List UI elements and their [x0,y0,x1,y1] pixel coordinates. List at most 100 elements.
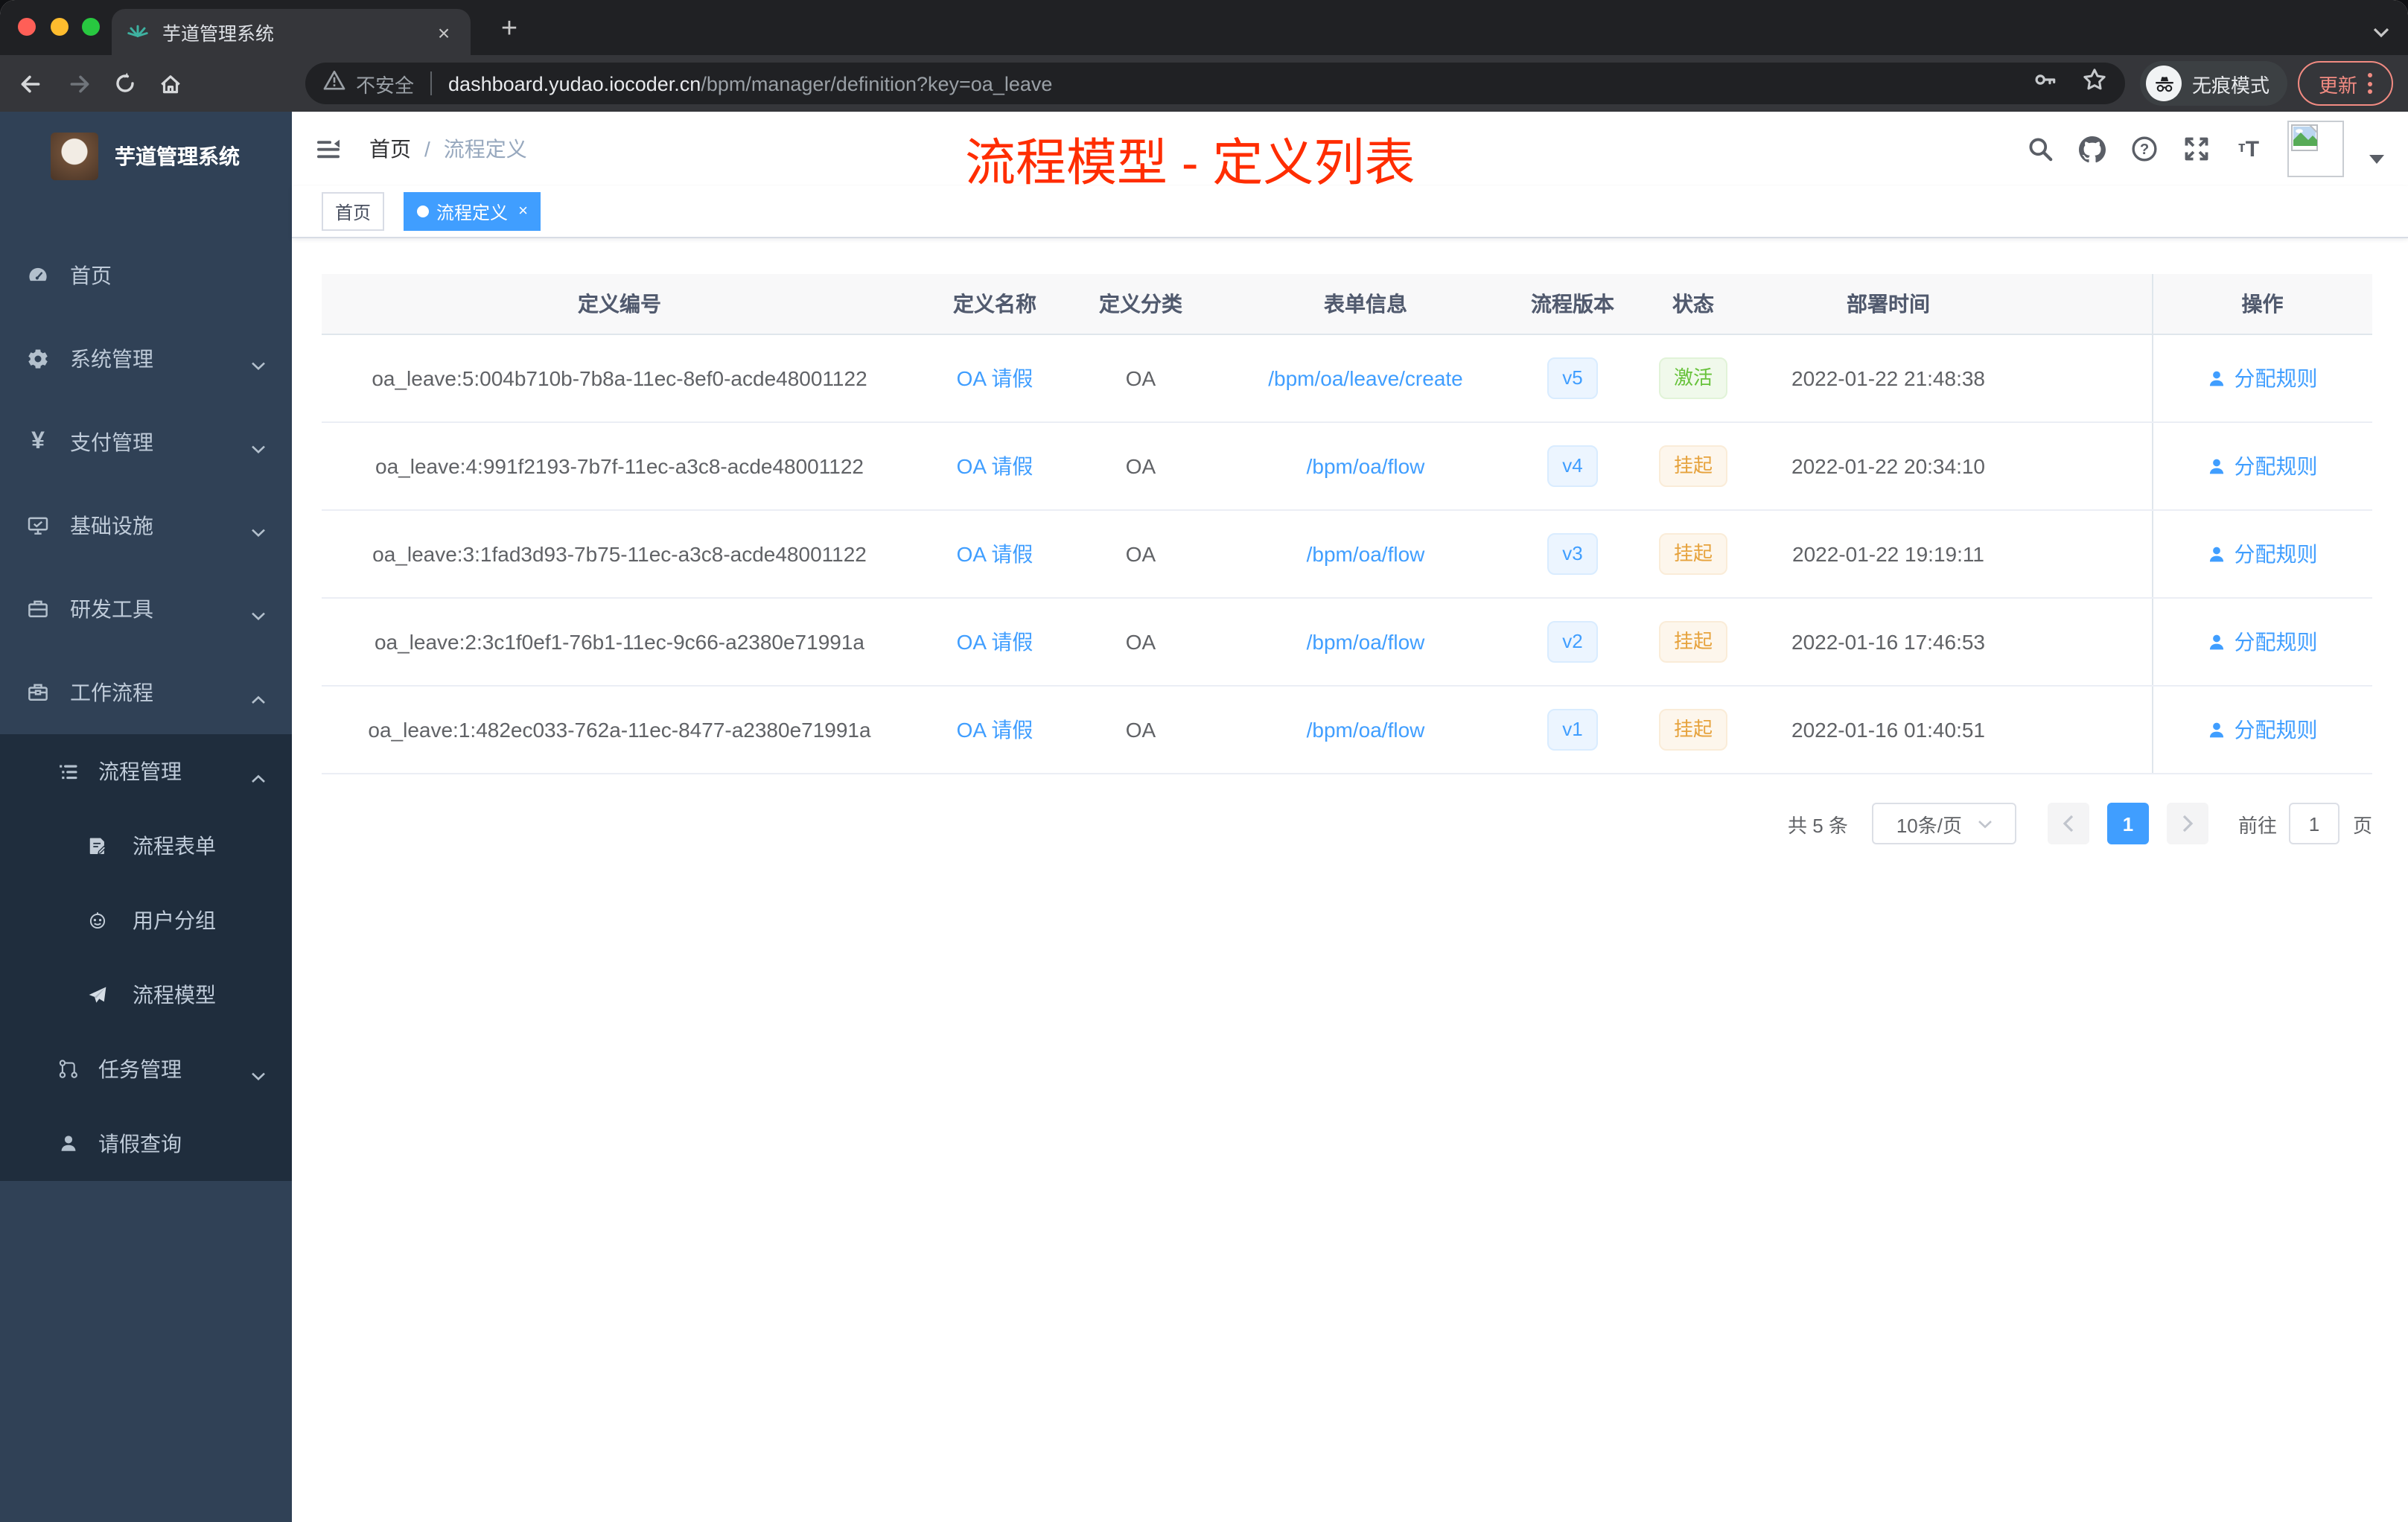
definition-category-cell: OA [1072,686,1209,774]
dashboard-gauge-icon [27,264,49,287]
assign-rule-link[interactable]: 分配规则 [2208,718,2318,742]
sidebar-item-process-management[interactable]: 流程管理 [0,734,292,809]
reload-button-icon[interactable] [112,70,138,97]
browser-tab[interactable]: 芋道管理系统 × [112,9,471,55]
sidebar-item-dev-tools[interactable]: 研发工具 [0,567,292,651]
sidebar-item-task-management[interactable]: 任务管理 [0,1032,292,1107]
breadcrumb-separator: / [424,137,430,161]
security-label[interactable]: 不安全 [356,69,414,98]
sidebar-item-home[interactable]: 首页 [0,234,292,317]
status-badge: 激活 [1658,357,1727,399]
tab-title: 芋道管理系统 [162,24,275,45]
not-secure-warning-icon [323,69,345,98]
incognito-badge: 无痕模式 [2140,61,2288,106]
deploy-time-cell: 2022-01-22 19:19:11 [1763,510,2013,599]
browser-menu-kebab-icon[interactable] [2368,73,2372,94]
sidebar-item-user-group[interactable]: 用户分组 [0,883,292,958]
form-info-link[interactable]: /bpm/oa/flow [1307,454,1425,478]
tag-home[interactable]: 首页 [322,192,385,231]
col-definition-name: 定义名称 [917,274,1072,335]
definition-name-link[interactable]: OA 请假 [957,454,1033,478]
passwords-key-icon[interactable] [2033,67,2058,100]
breadcrumb-home[interactable]: 首页 [369,134,411,164]
favicon-plant-icon [127,17,149,47]
definition-name-link[interactable]: OA 请假 [957,366,1033,390]
definition-name-link[interactable]: OA 请假 [957,542,1033,566]
definition-name-link[interactable]: OA 请假 [957,718,1033,742]
sidebar-collapse-hamburger-icon[interactable] [316,137,341,162]
toolbox-icon [27,598,49,620]
tag-close-icon[interactable]: × [518,203,528,220]
sidebar-item-process-form[interactable]: 流程表单 [0,809,292,883]
maximize-window-button[interactable] [82,18,100,36]
definition-category-cell: OA [1072,510,1209,599]
tab-search-chevron-icon[interactable] [2372,19,2390,46]
person-icon [2210,459,2224,474]
robot-face-icon [88,911,107,930]
page-size-select[interactable]: 10条/页 [1871,803,2016,844]
document-edit-icon [88,836,107,856]
sidebar-item-process-model[interactable]: 流程模型 [0,958,292,1032]
prev-page-button[interactable] [2047,803,2089,844]
sidebar-item-infrastructure[interactable]: 基础设施 [0,484,292,567]
form-info-link[interactable]: /bpm/oa/flow [1307,630,1425,654]
update-label[interactable]: 更新 [2319,69,2357,98]
col-deploy-time: 部署时间 [1763,274,2013,335]
form-info-link[interactable]: /bpm/oa/flow [1307,718,1425,742]
assign-rule-link[interactable]: 分配规则 [2208,630,2318,654]
definition-category-cell: OA [1072,334,1209,423]
main-area: 首页 / 流程定义 流程模型 - 定义列表 ? т T 首页 流程定义 × 定义… [292,112,2408,1522]
url-omnibox[interactable]: 不安全 dashboard.yudao.iocoder.cn/bpm/manag… [305,63,2125,104]
help-question-icon[interactable]: ? [2131,136,2158,162]
browser-update-button[interactable]: 更新 [2298,61,2393,106]
filler-cell [2013,686,2152,774]
browser-window: 芋道管理系统 × + 不安全 dashboard.yudao.iocoder.c… [0,0,2408,1522]
sidebar-item-label: 首页 [70,264,112,287]
new-tab-button[interactable]: + [488,9,530,51]
tag-active-dot [417,206,430,217]
search-icon[interactable] [2027,136,2054,162]
minimize-window-button[interactable] [51,18,69,36]
assign-rule-link[interactable]: 分配规则 [2208,366,2318,390]
form-info-link[interactable]: /bpm/oa/leave/create [1268,366,1463,390]
page-number-current[interactable]: 1 [2106,803,2149,844]
home-button-icon[interactable] [156,70,183,97]
close-window-button[interactable] [18,18,36,36]
github-icon[interactable] [2079,136,2106,162]
table-row: oa_leave:2:3c1f0ef1-76b1-11ec-9c66-a2380… [322,598,2372,687]
user-avatar-broken-image[interactable] [2287,121,2344,177]
sidebar-item-system[interactable]: 系统管理 [0,317,292,401]
person-icon [2210,722,2224,738]
goto-label: 前往 [2237,814,2277,836]
bookmark-star-icon[interactable] [2082,67,2107,100]
tab-close-icon[interactable]: × [432,20,456,44]
incognito-icon [2146,66,2182,101]
next-page-button[interactable] [2166,803,2208,844]
sidebar-item-leave-query[interactable]: 请假查询 [0,1107,292,1181]
person-icon [58,1133,79,1154]
sidebar-item-workflow[interactable]: 工作流程 [0,651,292,734]
font-size-icon[interactable]: тT [2235,136,2262,162]
sidebar-item-label: 流程表单 [133,834,216,858]
person-icon [2210,371,2224,386]
definition-name-link[interactable]: OA 请假 [957,630,1033,654]
col-actions: 操作 [2151,274,2372,335]
sidebar: 芋道管理系统 首页 系统管理 ¥ 支付管理 基础设施 研发工具 工作流程 流程管… [0,112,292,1522]
sidebar-item-payment[interactable]: ¥ 支付管理 [0,401,292,484]
app-logo-avatar [51,133,98,180]
assign-rule-link[interactable]: 分配规则 [2208,542,2318,566]
assign-rule-link[interactable]: 分配规则 [2208,454,2318,478]
tab-strip: 芋道管理系统 × + [0,0,2408,55]
avatar-caret-down-icon[interactable] [2369,155,2384,164]
fullscreen-expand-icon[interactable] [2183,136,2210,162]
goto-page-input[interactable] [2288,803,2339,844]
chevron-up-icon [250,687,267,710]
forward-button-icon[interactable] [66,70,92,97]
table-row: oa_leave:3:1fad3d93-7b75-11ec-a3c8-acde4… [322,510,2372,599]
deploy-time-cell: 2022-01-16 01:40:51 [1763,686,2013,774]
chevron-down-icon [250,603,267,627]
back-button-icon[interactable] [16,70,43,97]
form-info-link[interactable]: /bpm/oa/flow [1307,542,1425,566]
version-badge: v4 [1547,445,1598,487]
tag-process-definition[interactable]: 流程定义 × [404,192,541,231]
